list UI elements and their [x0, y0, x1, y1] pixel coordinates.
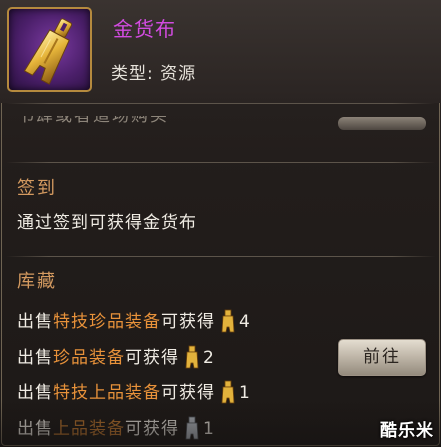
- item-header: 金货布 类型: 资源: [0, 0, 441, 103]
- coin-quantity: 1: [203, 419, 215, 439]
- checkin-description: 通过签到可获得金货布: [17, 213, 197, 233]
- cut-off-text-content: 书肆或者道场购买: [17, 116, 169, 126]
- scrollbar-thumb[interactable]: [338, 117, 426, 130]
- coin-quantity: 2: [203, 348, 215, 368]
- item-tooltip-panel: 金货布 类型: 资源 书肆或者道场购买 签到 通过签到可获得金货布 库藏 出售特…: [0, 0, 441, 447]
- sell-prefix: 出售: [17, 348, 53, 368]
- item-name: 金货布: [113, 17, 176, 41]
- list-item: 出售特技上品装备可获得 1: [17, 378, 251, 404]
- divider: [6, 103, 435, 104]
- sell-suffix: 可获得: [125, 348, 179, 368]
- watermark: 酷乐米: [380, 421, 434, 441]
- equipment-grade: 特技珍品装备: [53, 312, 161, 332]
- sell-prefix: 出售: [17, 383, 53, 403]
- equipment-grade: 珍品装备: [53, 348, 125, 368]
- divider: [6, 162, 435, 163]
- divider: [6, 256, 435, 257]
- sell-prefix: 出售: [17, 419, 53, 439]
- sell-prefix: 出售: [17, 312, 53, 332]
- list-item: 出售特技珍品装备可获得 4: [17, 307, 251, 333]
- sell-suffix: 可获得: [161, 312, 215, 332]
- gold-coin-spade-icon: [23, 18, 73, 85]
- sell-suffix: 可获得: [125, 419, 179, 439]
- silver-coin-icon: [185, 416, 199, 440]
- section-title-storage: 库藏: [17, 271, 57, 292]
- sell-suffix: 可获得: [161, 383, 215, 403]
- equipment-grade: 上品装备: [53, 419, 125, 439]
- section-title-checkin: 签到: [17, 178, 57, 199]
- list-item: 出售珍品装备可获得 2: [17, 343, 215, 369]
- equipment-grade: 特技上品装备: [53, 383, 161, 403]
- gold-coin-icon: [221, 380, 235, 404]
- cut-off-text: 书肆或者道场购买: [17, 116, 169, 126]
- gold-coin-icon: [221, 309, 235, 333]
- go-button[interactable]: 前往: [338, 339, 426, 376]
- list-item: 出售上品装备可获得 1: [17, 414, 215, 440]
- coin-quantity: 1: [239, 383, 251, 403]
- coin-quantity: 4: [239, 312, 251, 332]
- gold-coin-icon: [185, 345, 199, 369]
- item-type-label: 类型: 资源: [111, 64, 197, 84]
- item-icon-slot: [7, 7, 92, 92]
